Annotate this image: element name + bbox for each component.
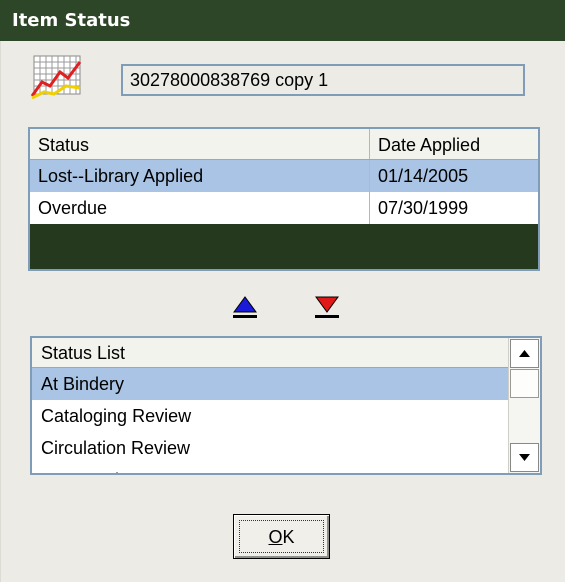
table-row[interactable]: Lost--Library Applied 01/14/2005 <box>30 160 538 192</box>
scroll-down-button[interactable] <box>510 443 539 472</box>
status-list[interactable]: Status List At Bindery Cataloging Review… <box>30 336 542 475</box>
chart-icon <box>30 55 82 100</box>
move-down-icon <box>315 296 339 318</box>
remove-status-button[interactable] <box>312 290 342 320</box>
item-id-field: 30278000838769 copy 1 <box>121 64 525 96</box>
item-status-grid[interactable]: Status Date Applied Lost--Library Applie… <box>28 127 540 271</box>
list-item[interactable]: At Bindery <box>32 368 508 400</box>
window-title: Item Status <box>0 0 565 41</box>
ok-label-rest: K <box>282 527 295 547</box>
scroll-thumb[interactable] <box>510 369 539 398</box>
table-row[interactable]: Overdue 07/30/1999 <box>30 192 538 224</box>
column-header-date-applied[interactable]: Date Applied <box>370 129 538 159</box>
list-item[interactable]: Circulation Review <box>32 432 508 464</box>
ok-button[interactable]: OK <box>233 514 330 559</box>
scroll-down-icon <box>519 454 530 461</box>
date-cell: 01/14/2005 <box>378 166 469 186</box>
scroll-up-button[interactable] <box>510 339 539 368</box>
item-status-dialog <box>0 41 565 582</box>
scroll-up-icon <box>519 350 530 357</box>
list-item[interactable]: Cataloging Review <box>32 400 508 432</box>
ok-button-label: OK <box>239 520 324 553</box>
move-up-icon <box>233 296 257 318</box>
status-list-header: Status List <box>32 338 508 368</box>
add-status-button[interactable] <box>230 290 260 320</box>
date-cell: 07/30/1999 <box>378 198 469 218</box>
status-cell: Overdue <box>30 192 370 224</box>
list-item[interactable]: Damaged <box>32 464 508 473</box>
grid-header: Status Date Applied <box>30 129 538 160</box>
status-list-scrollbar[interactable] <box>508 338 540 473</box>
status-cell: Lost--Library Applied <box>30 160 370 192</box>
column-header-status[interactable]: Status <box>30 129 370 159</box>
ok-mnemonic: O <box>268 527 283 547</box>
